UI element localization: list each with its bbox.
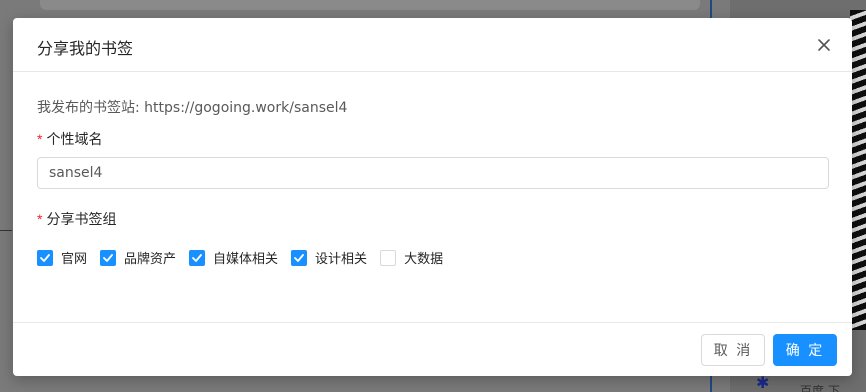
checkbox-checked-icon[interactable]: [291, 249, 308, 266]
group-checkbox-label: 大数据: [404, 252, 444, 267]
required-mark: *: [37, 131, 43, 147]
background-bookmark-label: 百度 下: [800, 384, 840, 392]
checkbox-checked-icon[interactable]: [100, 249, 117, 266]
dialog-header: 分享我的书签: [13, 18, 852, 72]
published-site-url: 我发布的书签站: https://gogoing.work/sansel4: [37, 100, 348, 116]
group-checkbox-item[interactable]: 官网: [37, 248, 87, 267]
confirm-button[interactable]: 确 定: [773, 334, 837, 366]
close-button[interactable]: [814, 35, 834, 55]
group-checkbox-item[interactable]: 设计相关: [291, 248, 367, 267]
background-card: [40, 0, 700, 10]
domain-input[interactable]: [37, 157, 829, 189]
checkbox-checked-icon[interactable]: [37, 249, 53, 266]
checkbox-unchecked-icon[interactable]: [380, 249, 397, 266]
groups-field-label: * 分享书签组: [37, 209, 116, 229]
dialog-title: 分享我的书签: [37, 39, 134, 58]
background-artwork: [850, 10, 866, 330]
group-checkbox-label: 品牌资产: [124, 252, 177, 267]
checkbox-checked-icon[interactable]: [189, 249, 206, 266]
group-checkbox-label: 官网: [61, 252, 88, 267]
group-checkbox-item[interactable]: 品牌资产: [100, 248, 176, 267]
domain-label-text: 个性域名: [46, 132, 103, 148]
group-checkbox-label: 设计相关: [315, 252, 368, 267]
bookmark-group-checkboxes: 官网 品牌资产 自媒体相关 设计相关 大数据: [37, 248, 456, 267]
baidu-paw-icon: ✱: [756, 373, 770, 392]
dialog-footer: 取 消 确 定: [13, 322, 852, 376]
domain-field-label: * 个性域名: [37, 129, 102, 149]
required-mark: *: [37, 211, 43, 227]
group-checkbox-label: 自媒体相关: [213, 252, 279, 267]
background-line: [0, 230, 12, 231]
group-checkbox-item[interactable]: 大数据: [380, 248, 443, 267]
group-checkbox-item[interactable]: 自媒体相关: [189, 248, 278, 267]
share-bookmarks-dialog: 分享我的书签 我发布的书签站: https://gogoing.work/san…: [13, 18, 852, 376]
close-icon: [818, 39, 830, 51]
groups-label-text: 分享书签组: [46, 212, 117, 228]
cancel-button[interactable]: 取 消: [701, 334, 765, 366]
